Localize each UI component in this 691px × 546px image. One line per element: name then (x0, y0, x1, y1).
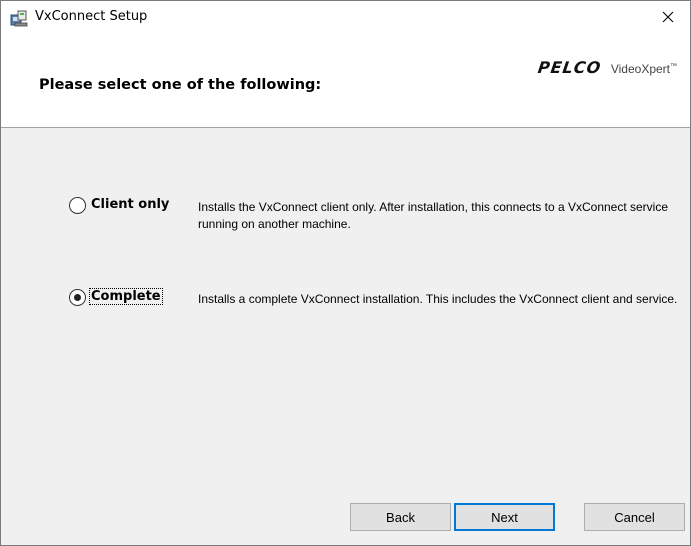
next-button[interactable]: Next (454, 503, 555, 531)
radio-selected-dot (74, 294, 81, 301)
cancel-button[interactable]: Cancel (584, 503, 685, 531)
back-button[interactable]: Back (350, 503, 451, 531)
window-title: VxConnect Setup (35, 9, 148, 24)
client-only-description: Installs the VxConnect client only. Afte… (198, 200, 669, 231)
pelco-logo: PELCO (536, 58, 603, 77)
page-title: Please select one of the following: (39, 77, 322, 93)
installer-icon (10, 9, 28, 27)
product-name: VideoXpert™ (610, 62, 677, 76)
client-only-radio[interactable] (69, 197, 86, 214)
client-only-label[interactable]: Client only (90, 197, 170, 212)
complete-label[interactable]: Complete (89, 288, 163, 305)
complete-radio[interactable] (69, 289, 86, 306)
close-icon (662, 11, 674, 23)
brand-logo: PELCO VideoXpert™ (536, 58, 677, 77)
setup-window: VxConnect Setup Please select one of the… (0, 0, 691, 546)
title-bar[interactable]: VxConnect Setup (1, 1, 690, 33)
complete-description: Installs a complete VxConnect installati… (198, 292, 678, 306)
header-banner: Please select one of the following: PELC… (1, 33, 690, 128)
close-button[interactable] (646, 1, 690, 33)
